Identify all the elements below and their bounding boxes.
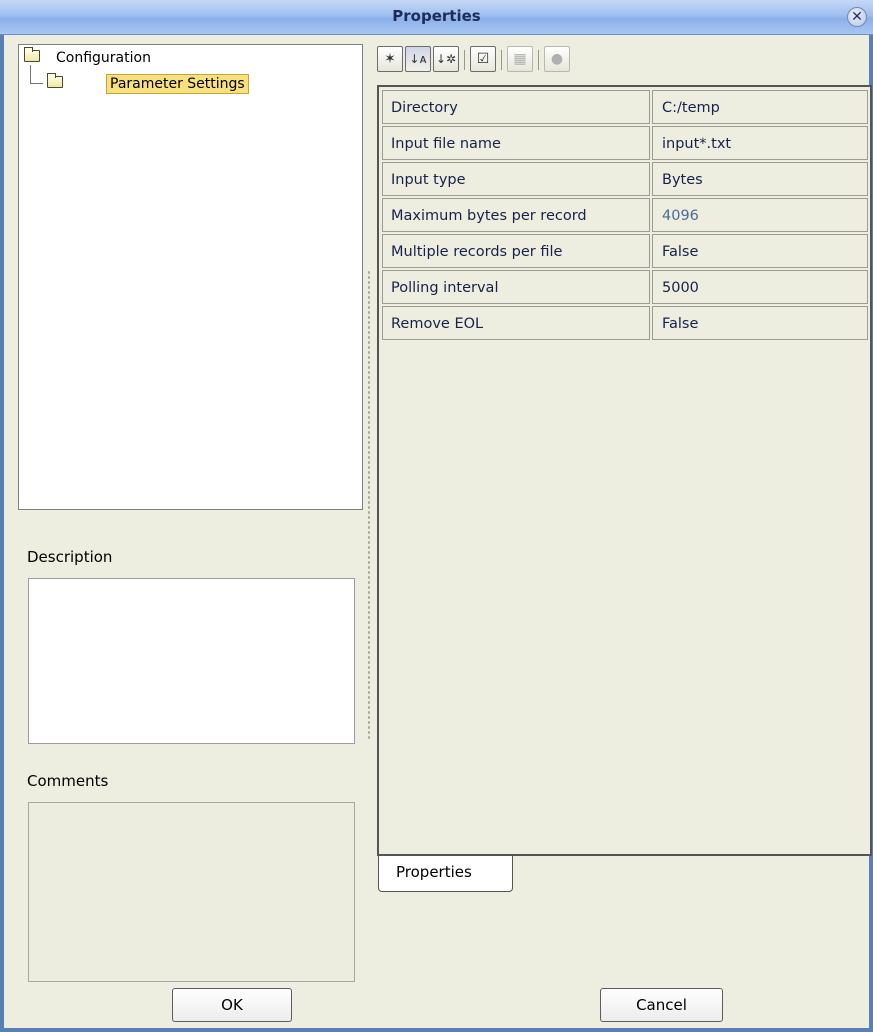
toolbar-separator <box>501 50 502 70</box>
property-value[interactable]: Bytes <box>652 162 868 196</box>
tree-node-parameter-settings[interactable]: Parameter Settings <box>106 74 249 94</box>
property-value[interactable]: 4096 <box>652 198 868 232</box>
property-name: Input type <box>382 162 650 196</box>
property-row[interactable]: Input type Bytes <box>382 162 868 198</box>
dialog-title: Properties <box>392 7 481 25</box>
property-value[interactable]: False <box>652 306 868 340</box>
grid-icon[interactable]: ▦ <box>507 46 533 72</box>
configuration-tree[interactable]: Configuration Parameter Settings <box>18 44 363 510</box>
toolbar-separator <box>464 50 465 70</box>
comments-label: Comments <box>27 772 109 790</box>
help-icon[interactable]: ● <box>544 46 570 72</box>
sort-alpha-icon[interactable]: ↓ᴀ <box>405 46 431 72</box>
property-value[interactable]: C:/temp <box>652 90 868 124</box>
property-name: Polling interval <box>382 270 650 304</box>
checklist-icon[interactable]: ☑ <box>470 46 496 72</box>
property-value[interactable]: False <box>652 234 868 268</box>
property-name: Remove EOL <box>382 306 650 340</box>
property-name: Directory <box>382 90 650 124</box>
properties-dialog: Properties ✕ Configuration Parameter Set… <box>0 0 873 1032</box>
property-name: Maximum bytes per record <box>382 198 650 232</box>
property-row[interactable]: Input file name input*.txt <box>382 126 868 162</box>
property-row[interactable]: Polling interval 5000 <box>382 270 868 306</box>
splitter-handle[interactable] <box>367 270 371 740</box>
toolbar-separator <box>538 50 539 70</box>
description-label: Description <box>27 548 113 566</box>
tab-properties[interactable]: Properties <box>378 856 513 892</box>
cancel-button[interactable]: Cancel <box>600 988 723 1022</box>
ok-button[interactable]: OK <box>172 988 292 1022</box>
property-value[interactable]: 5000 <box>652 270 868 304</box>
expand-icon[interactable]: ✶ <box>377 46 403 72</box>
property-name: Multiple records per file <box>382 234 650 268</box>
close-icon[interactable]: ✕ <box>847 7 867 27</box>
sort-category-icon[interactable]: ↓✲ <box>433 46 459 72</box>
property-row[interactable]: Multiple records per file False <box>382 234 868 270</box>
property-toolbar: ✶ ↓ᴀ ↓✲ ☑ ▦ ● <box>377 44 677 74</box>
property-row[interactable]: Maximum bytes per record 4096 <box>382 198 868 234</box>
folder-icon <box>47 73 63 88</box>
property-name: Input file name <box>382 126 650 160</box>
tree-node-configuration[interactable]: Configuration <box>56 50 151 66</box>
tree-connector <box>30 65 43 84</box>
comments-field[interactable] <box>28 802 355 982</box>
property-row[interactable]: Directory C:/temp <box>382 90 868 126</box>
description-field[interactable] <box>28 578 355 744</box>
property-value[interactable]: input*.txt <box>652 126 868 160</box>
title-bar[interactable]: Properties ✕ <box>0 0 873 35</box>
property-sheet: Directory C:/temp Input file name input*… <box>377 85 872 856</box>
folder-icon <box>24 47 40 62</box>
property-row[interactable]: Remove EOL False <box>382 306 868 342</box>
